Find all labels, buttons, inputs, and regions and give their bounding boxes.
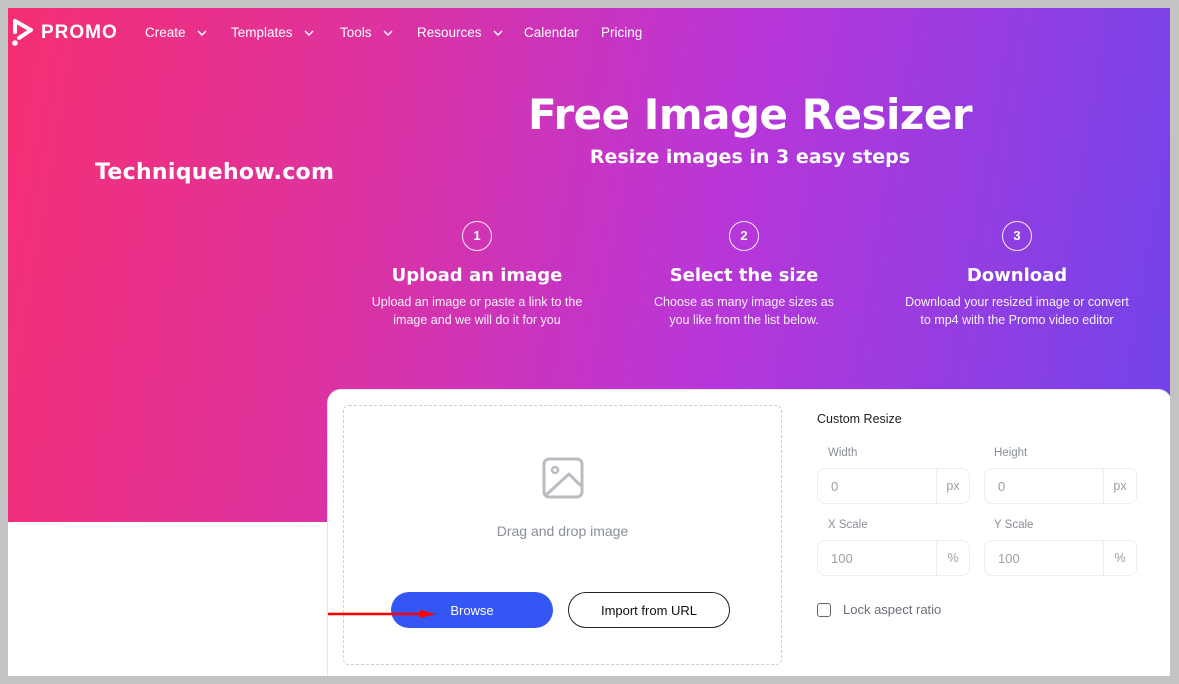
nav-calendar-label: Calendar [524, 25, 579, 40]
nav-create[interactable]: Create [145, 25, 208, 40]
lock-aspect-ratio[interactable]: Lock aspect ratio [817, 602, 941, 617]
step-number-badge: 2 [729, 221, 759, 251]
step-description: Download your resized image or convert t… [877, 293, 1157, 329]
nav-create-label: Create [145, 25, 186, 40]
page-frame: PROMO Create Templates Tools Resources C… [8, 8, 1170, 676]
chevron-down-icon [197, 30, 207, 36]
chevron-down-icon [383, 30, 393, 36]
step-desc-line: Choose as many image sizes as [654, 295, 834, 309]
y-scale-label: Y Scale [994, 519, 1034, 531]
custom-resize-panel: Custom Resize Width px Height px X Scale… [817, 412, 1147, 617]
nav-resources-label: Resources [417, 25, 482, 40]
width-label: Width [828, 447, 858, 459]
chevron-down-icon [493, 30, 503, 36]
brand-name: PROMO [41, 22, 118, 43]
nav-templates-label: Templates [231, 25, 293, 40]
nav-tools-label: Tools [340, 25, 372, 40]
image-icon [542, 457, 584, 499]
step-desc-line: Upload an image or paste a link to the [371, 295, 583, 309]
image-dropzone[interactable]: Drag and drop image Browse Import from U… [343, 405, 782, 665]
chevron-down-icon [304, 30, 314, 36]
step-number-badge: 1 [462, 221, 492, 251]
annotation-arrow-icon [328, 610, 436, 618]
x-scale-input[interactable] [818, 541, 936, 575]
width-field[interactable]: px [817, 468, 970, 504]
step-desc-line: Download your resized image or convert [905, 295, 1129, 309]
watermark-text: Techniquehow.com [95, 160, 335, 185]
width-unit: px [936, 469, 969, 503]
y-scale-field[interactable]: % [984, 540, 1137, 576]
nav-calendar[interactable]: Calendar [524, 25, 579, 40]
y-scale-input[interactable] [985, 541, 1103, 575]
nav-tools[interactable]: Tools [340, 25, 394, 40]
step-description: Choose as many image sizes as you like f… [604, 293, 884, 329]
nav-pricing[interactable]: Pricing [601, 25, 642, 40]
step-desc-line: to mp4 with the Promo video editor [920, 313, 1114, 327]
custom-resize-title: Custom Resize [817, 412, 902, 426]
step-desc-line: image and we will do it for you [393, 313, 561, 327]
drag-drop-text: Drag and drop image [496, 523, 629, 539]
height-label: Height [994, 447, 1028, 459]
step-select-size: 2 Select the size Choose as many image s… [604, 221, 884, 329]
promo-logo-icon [12, 19, 33, 46]
resizer-card: Drag and drop image Browse Import from U… [327, 389, 1170, 676]
step-download: 3 Download Download your resized image o… [877, 221, 1157, 329]
height-unit: px [1103, 469, 1136, 503]
page-subtitle: Resize images in 3 easy steps [589, 146, 911, 168]
height-input[interactable] [985, 469, 1103, 503]
step-upload: 1 Upload an image Upload an image or pas… [337, 221, 617, 329]
nav-templates[interactable]: Templates [231, 25, 315, 40]
step-title: Upload an image [391, 265, 563, 286]
width-input[interactable] [818, 469, 936, 503]
page-title: Free Image Resizer [527, 90, 973, 139]
lock-aspect-ratio-checkbox[interactable] [817, 602, 831, 617]
height-field[interactable]: px [984, 468, 1137, 504]
step-desc-line: you like from the list below. [669, 313, 819, 327]
import-from-url-button[interactable]: Import from URL [568, 592, 730, 628]
nav-pricing-label: Pricing [601, 25, 643, 40]
nav-resources[interactable]: Resources [417, 25, 504, 40]
step-number-badge: 3 [1002, 221, 1032, 251]
x-scale-field[interactable]: % [817, 540, 970, 576]
x-scale-label: X Scale [828, 519, 868, 531]
x-scale-unit: % [936, 541, 969, 575]
step-description: Upload an image or paste a link to the i… [337, 293, 617, 329]
y-scale-unit: % [1103, 541, 1136, 575]
lock-aspect-ratio-label: Lock aspect ratio [843, 602, 942, 617]
step-title: Select the size [669, 265, 819, 286]
step-title: Download [966, 265, 1068, 286]
top-nav: PROMO Create Templates Tools Resources C… [8, 8, 1170, 58]
promo-logo[interactable]: PROMO [11, 18, 118, 48]
